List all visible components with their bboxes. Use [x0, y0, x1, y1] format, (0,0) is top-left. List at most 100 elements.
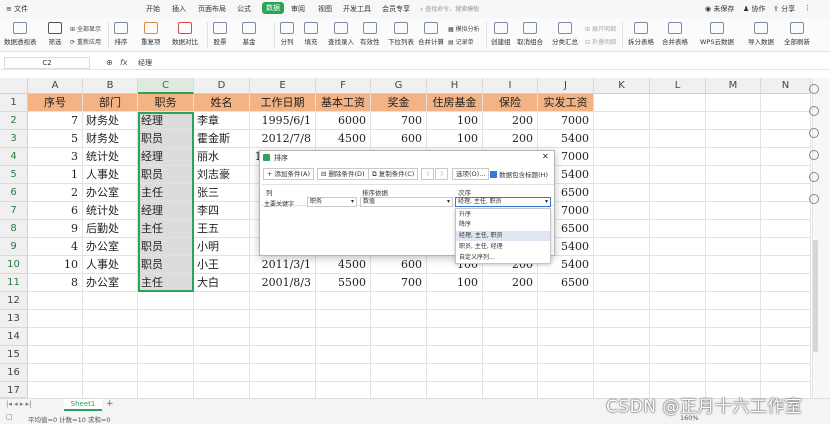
table-cell[interactable]: 霍金斯 [194, 130, 250, 148]
col-header-g[interactable]: G [371, 78, 427, 94]
empty-cell[interactable] [538, 382, 594, 398]
header-cell[interactable]: 住房基金 [427, 94, 483, 112]
row-header[interactable]: 14 [0, 328, 28, 346]
empty-cell[interactable] [650, 130, 706, 148]
empty-cell[interactable] [250, 382, 316, 398]
table-cell[interactable]: 2011/3/1 [250, 256, 316, 274]
order-option[interactable]: 自定义序列... [456, 253, 550, 263]
empty-cell[interactable] [650, 274, 706, 292]
fx-icon[interactable]: fx [120, 58, 128, 67]
table-cell[interactable]: 李章 [194, 112, 250, 130]
empty-cell[interactable] [83, 364, 138, 382]
refresh-all-button[interactable]: 全部刷新 [784, 22, 810, 46]
empty-cell[interactable] [483, 292, 538, 310]
compare-button[interactable]: 数据对比 [172, 22, 198, 46]
header-cell[interactable]: 部门 [83, 94, 138, 112]
table-cell[interactable]: 主任 [138, 184, 194, 202]
empty-cell[interactable] [28, 382, 83, 398]
col-header-a[interactable]: A [28, 78, 83, 94]
empty-cell[interactable] [83, 310, 138, 328]
table-cell[interactable]: 100 [427, 274, 483, 292]
close-icon[interactable]: ✕ [542, 152, 549, 161]
zoom-formula-icon[interactable]: ⊕ [106, 58, 113, 67]
sheet-nav-icons[interactable]: |◂ ◂ ▸ ▸| [6, 400, 31, 408]
table-cell[interactable]: 刘志豪 [194, 166, 250, 184]
empty-cell[interactable] [650, 148, 706, 166]
row-header[interactable]: 10 [0, 256, 28, 274]
ungroup-button[interactable]: 取消组合 [517, 22, 543, 46]
empty-cell[interactable] [427, 364, 483, 382]
empty-cell[interactable] [706, 184, 761, 202]
add-condition-button[interactable]: + 添加条件(A) [263, 168, 315, 180]
table-cell[interactable]: 小王 [194, 256, 250, 274]
shape-icon[interactable] [809, 128, 819, 138]
empty-cell[interactable] [761, 202, 811, 220]
table-cell[interactable]: 经理 [138, 148, 194, 166]
empty-cell[interactable] [761, 274, 811, 292]
table-cell[interactable]: 4500 [316, 256, 371, 274]
table-cell[interactable]: 4500 [316, 130, 371, 148]
row-header[interactable]: 11 [0, 274, 28, 292]
show-all-button[interactable]: ⊞ 全部显示 [70, 24, 101, 33]
empty-cell[interactable] [706, 94, 761, 112]
col-header-n[interactable]: N [761, 78, 811, 94]
key-select[interactable]: 职务 ▾ [307, 197, 357, 207]
table-cell[interactable]: 财务处 [83, 112, 138, 130]
table-cell[interactable]: 5 [28, 130, 83, 148]
menu-review[interactable]: 审阅 [291, 4, 305, 14]
empty-cell[interactable] [594, 328, 650, 346]
empty-cell[interactable] [761, 328, 811, 346]
header-cell[interactable]: 基本工资 [316, 94, 371, 112]
style-icon[interactable] [809, 106, 819, 116]
basis-select[interactable]: 数值 ▾ [360, 197, 453, 207]
table-cell[interactable]: 10 [28, 256, 83, 274]
empty-cell[interactable] [706, 166, 761, 184]
empty-cell[interactable] [650, 184, 706, 202]
empty-cell[interactable] [594, 310, 650, 328]
vertical-scrollbar[interactable] [813, 240, 818, 352]
share-button[interactable]: ⇪ 分享 [773, 4, 795, 14]
empty-cell[interactable] [706, 274, 761, 292]
empty-cell[interactable] [427, 310, 483, 328]
table-cell[interactable]: 5400 [538, 130, 594, 148]
empty-cell[interactable] [250, 292, 316, 310]
order-option[interactable]: 职员, 主任, 经理 [456, 242, 550, 252]
empty-cell[interactable] [371, 328, 427, 346]
copy-condition-button[interactable]: ⧉ 复制条件(C) [368, 168, 419, 180]
consolidate-button[interactable]: 合并计算 [418, 22, 444, 46]
empty-cell[interactable] [706, 256, 761, 274]
empty-cell[interactable] [650, 328, 706, 346]
table-cell[interactable]: 7000 [538, 112, 594, 130]
simulate-button[interactable]: ▦ 模拟分析 [448, 24, 480, 33]
empty-cell[interactable] [761, 112, 811, 130]
import-button[interactable]: 导入数据 [748, 22, 774, 46]
table-cell[interactable]: 职员 [138, 256, 194, 274]
row-header[interactable]: 12 [0, 292, 28, 310]
empty-cell[interactable] [194, 364, 250, 382]
empty-cell[interactable] [650, 346, 706, 364]
table-cell[interactable]: 200 [483, 130, 538, 148]
empty-cell[interactable] [250, 310, 316, 328]
table-cell[interactable]: 张三 [194, 184, 250, 202]
empty-cell[interactable] [250, 346, 316, 364]
table-cell[interactable]: 3 [28, 148, 83, 166]
menu-data[interactable]: 数据 [262, 2, 284, 14]
empty-cell[interactable] [427, 346, 483, 364]
table-cell[interactable]: 1 [28, 166, 83, 184]
table-cell[interactable]: 财务处 [83, 130, 138, 148]
table-cell[interactable]: 统计处 [83, 202, 138, 220]
table-cell[interactable]: 李四 [194, 202, 250, 220]
duplicates-button[interactable]: 重复项 [141, 22, 161, 46]
sheet-tab[interactable]: Sheet1 [64, 399, 102, 411]
empty-cell[interactable] [371, 382, 427, 398]
empty-cell[interactable] [316, 364, 371, 382]
has-header-checkbox[interactable]: 数据包含标题(H) [490, 169, 548, 179]
pivot-button[interactable]: 数据透视表 [4, 22, 37, 46]
col-header-f[interactable]: F [316, 78, 371, 94]
table-cell[interactable]: 职员 [138, 166, 194, 184]
col-header-e[interactable]: E [250, 78, 316, 94]
empty-cell[interactable] [594, 256, 650, 274]
name-box[interactable]: C2 [4, 57, 90, 69]
empty-cell[interactable] [594, 346, 650, 364]
row-header[interactable]: 7 [0, 202, 28, 220]
